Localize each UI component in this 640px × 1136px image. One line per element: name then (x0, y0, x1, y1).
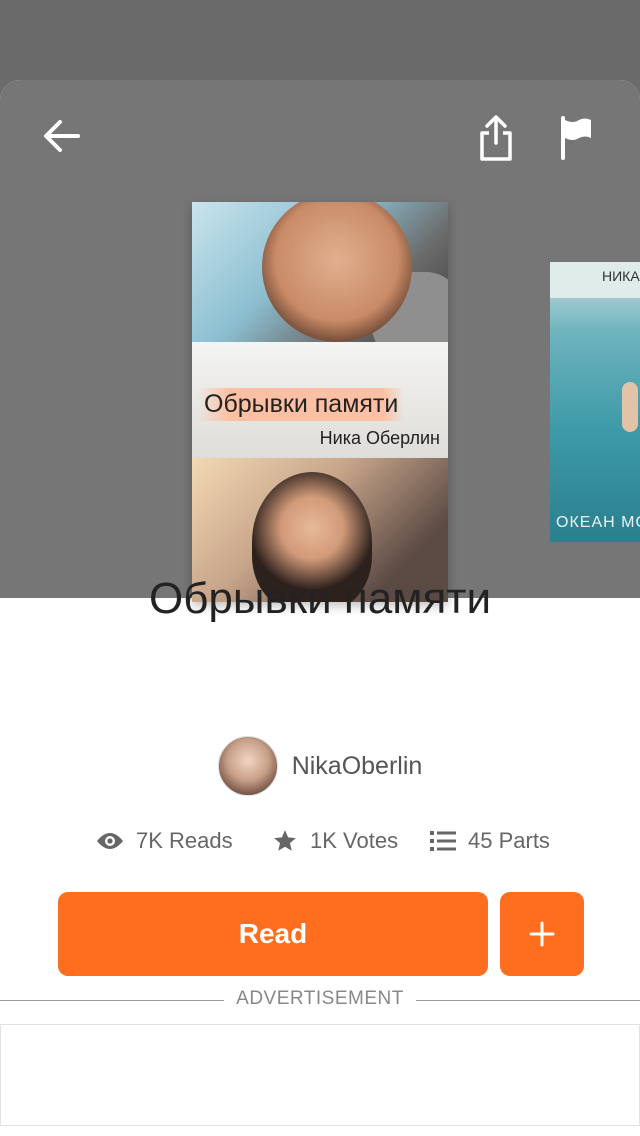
divider (0, 1000, 224, 1001)
star-icon (274, 830, 296, 851)
story-stats: 7K Reads 1K Votes 45 Parts (96, 828, 576, 860)
reads-count: 7K Reads (136, 828, 233, 853)
advertisement-label: ADVERTISEMENT (236, 988, 404, 1009)
list-icon (430, 831, 456, 851)
story-title: Обрывки памяти (148, 574, 492, 623)
next-story-cover[interactable]: НИКА ОКЕАН МОЕЙ (550, 262, 640, 542)
story-cover[interactable]: Обрывки памяти Ника Оберлин (192, 202, 448, 602)
dimmed-backdrop[interactable] (0, 0, 640, 80)
arrow-left-icon (44, 120, 80, 152)
next-cover-author: НИКА (602, 268, 640, 284)
votes-stat: 1K Votes (272, 828, 398, 854)
cover-title: Обрывки памяти (198, 388, 405, 421)
reads-stat: 7K Reads (96, 828, 233, 854)
cover-author: Ника Оберлин (319, 428, 440, 448)
read-button[interactable]: Read (58, 892, 488, 976)
back-button[interactable] (30, 104, 94, 168)
votes-count: 1K Votes (310, 828, 399, 853)
divider (416, 1000, 640, 1001)
flag-icon (561, 116, 591, 160)
author-link[interactable]: NikaOberlin (0, 736, 640, 796)
next-cover-hand (622, 382, 638, 432)
avatar[interactable] (217, 736, 278, 796)
author-name[interactable]: NikaOberlin (292, 752, 423, 781)
share-icon (480, 115, 512, 161)
advertisement-slot[interactable] (0, 1024, 640, 1126)
parts-count: 45 Parts (468, 828, 550, 853)
next-cover-title: ОКЕАН МОЕЙ (556, 514, 640, 531)
plus-icon (529, 921, 555, 947)
eye-icon (97, 833, 123, 849)
report-button[interactable] (548, 106, 604, 170)
share-button[interactable] (468, 106, 524, 170)
parts-stat[interactable]: 45 Parts (430, 828, 550, 854)
add-to-library-button[interactable] (500, 892, 584, 976)
